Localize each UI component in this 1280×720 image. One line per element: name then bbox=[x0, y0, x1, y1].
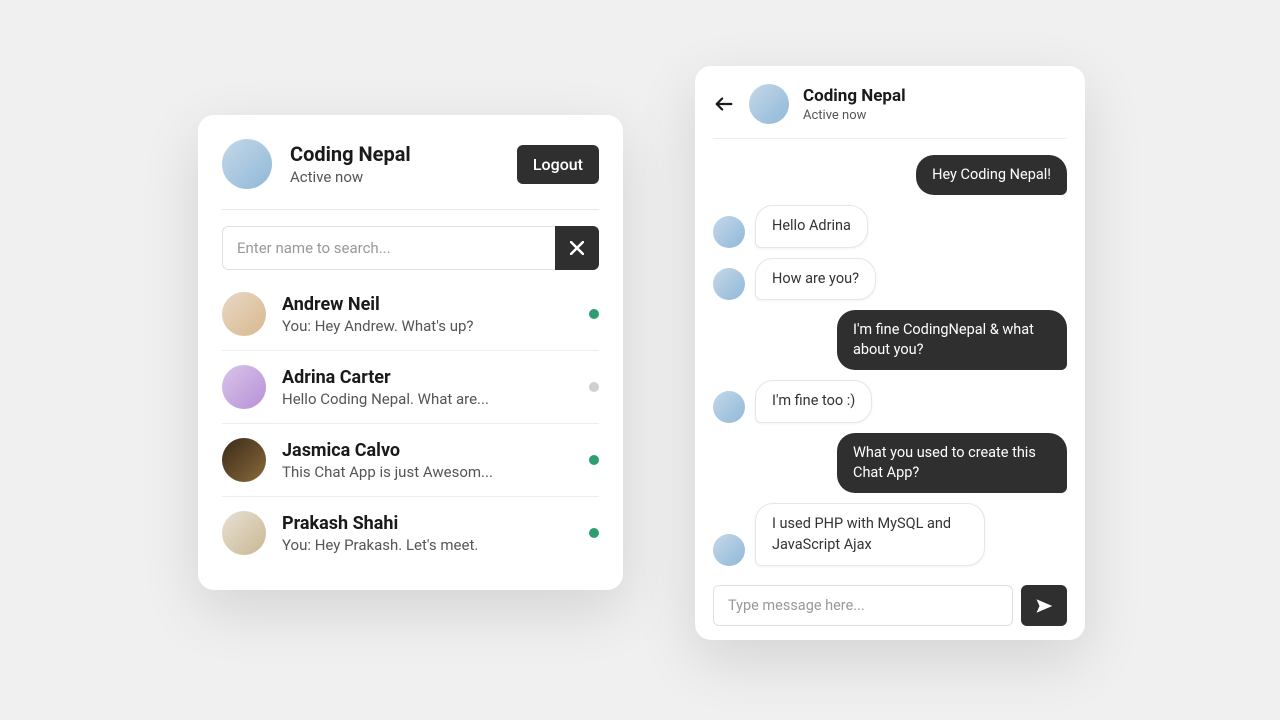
send-icon bbox=[1035, 597, 1053, 615]
list-item[interactable]: Adrina Carter Hello Coding Nepal. What a… bbox=[222, 351, 599, 424]
message-outgoing: Hey Coding Nepal! bbox=[713, 155, 1067, 195]
message-input[interactable] bbox=[713, 585, 1013, 626]
list-item-text: Andrew Neil You: Hey Andrew. What's up? bbox=[282, 294, 573, 335]
presence-dot-icon bbox=[589, 382, 599, 392]
list-item-text: Prakash Shahi You: Hey Prakash. Let's me… bbox=[282, 513, 573, 554]
contact-info: Coding Nepal Active now bbox=[803, 86, 1067, 123]
avatar bbox=[749, 84, 789, 124]
avatar bbox=[222, 139, 272, 189]
close-icon bbox=[570, 241, 584, 255]
list-item[interactable]: Jasmica Calvo This Chat App is just Awes… bbox=[222, 424, 599, 497]
search-clear-button[interactable] bbox=[555, 226, 599, 270]
chat-panel: Coding Nepal Active now Hey Coding Nepal… bbox=[695, 66, 1085, 640]
send-button[interactable] bbox=[1021, 585, 1067, 626]
list-item-preview: This Chat App is just Awesom... bbox=[282, 463, 573, 481]
back-arrow-icon bbox=[713, 93, 735, 115]
message-incoming: I used PHP with MySQL and JavaScript Aja… bbox=[713, 503, 1067, 566]
list-item[interactable]: Andrew Neil You: Hey Andrew. What's up? bbox=[222, 278, 599, 351]
message-bubble: Hey Coding Nepal! bbox=[916, 155, 1067, 195]
back-button[interactable] bbox=[713, 93, 735, 115]
message-incoming: How are you? bbox=[713, 258, 1067, 300]
list-item-preview: Hello Coding Nepal. What are... bbox=[282, 390, 573, 408]
avatar bbox=[713, 268, 745, 300]
list-item-text: Adrina Carter Hello Coding Nepal. What a… bbox=[282, 367, 573, 408]
list-item-name: Andrew Neil bbox=[282, 294, 573, 315]
message-incoming: Hello Adrina bbox=[713, 205, 1067, 247]
users-panel: Coding Nepal Active now Logout Andrew Ne… bbox=[198, 115, 623, 590]
conversation-list: Andrew Neil You: Hey Andrew. What's up? … bbox=[222, 278, 599, 569]
list-item-preview: You: Hey Andrew. What's up? bbox=[282, 317, 573, 335]
list-item-name: Prakash Shahi bbox=[282, 513, 573, 534]
message-outgoing: What you used to create this Chat App? bbox=[713, 433, 1067, 494]
message-outgoing: I'm fine CodingNepal & what about you? bbox=[713, 310, 1067, 371]
list-item-preview: You: Hey Prakash. Let's meet. bbox=[282, 536, 573, 554]
avatar bbox=[222, 438, 266, 482]
contact-name: Coding Nepal bbox=[803, 86, 1067, 106]
avatar bbox=[222, 511, 266, 555]
avatar bbox=[222, 292, 266, 336]
chat-header: Coding Nepal Active now bbox=[713, 84, 1067, 139]
message-bubble: I'm fine CodingNepal & what about you? bbox=[837, 310, 1067, 371]
avatar bbox=[713, 391, 745, 423]
message-bubble: What you used to create this Chat App? bbox=[837, 433, 1067, 494]
message-bubble: How are you? bbox=[755, 258, 876, 300]
profile-status: Active now bbox=[290, 168, 499, 186]
avatar bbox=[713, 534, 745, 566]
message-bubble: I used PHP with MySQL and JavaScript Aja… bbox=[755, 503, 985, 566]
list-item-name: Adrina Carter bbox=[282, 367, 573, 388]
contact-status: Active now bbox=[803, 108, 1067, 123]
presence-dot-icon bbox=[589, 309, 599, 319]
presence-dot-icon bbox=[589, 528, 599, 538]
list-item[interactable]: Prakash Shahi You: Hey Prakash. Let's me… bbox=[222, 497, 599, 569]
profile-info: Coding Nepal Active now bbox=[290, 142, 499, 186]
message-incoming: I'm fine too :) bbox=[713, 380, 1067, 422]
message-bubble: Hello Adrina bbox=[755, 205, 868, 247]
avatar bbox=[713, 216, 745, 248]
composer bbox=[713, 585, 1067, 626]
message-bubble: I'm fine too :) bbox=[755, 380, 872, 422]
presence-dot-icon bbox=[589, 455, 599, 465]
search-input[interactable] bbox=[222, 226, 555, 270]
profile-name: Coding Nepal bbox=[290, 142, 499, 166]
avatar bbox=[222, 365, 266, 409]
search-bar bbox=[222, 226, 599, 270]
logout-button[interactable]: Logout bbox=[517, 145, 599, 184]
users-header: Coding Nepal Active now Logout bbox=[222, 139, 599, 210]
list-item-text: Jasmica Calvo This Chat App is just Awes… bbox=[282, 440, 573, 481]
list-item-name: Jasmica Calvo bbox=[282, 440, 573, 461]
message-list: Hey Coding Nepal! Hello Adrina How are y… bbox=[713, 139, 1067, 573]
